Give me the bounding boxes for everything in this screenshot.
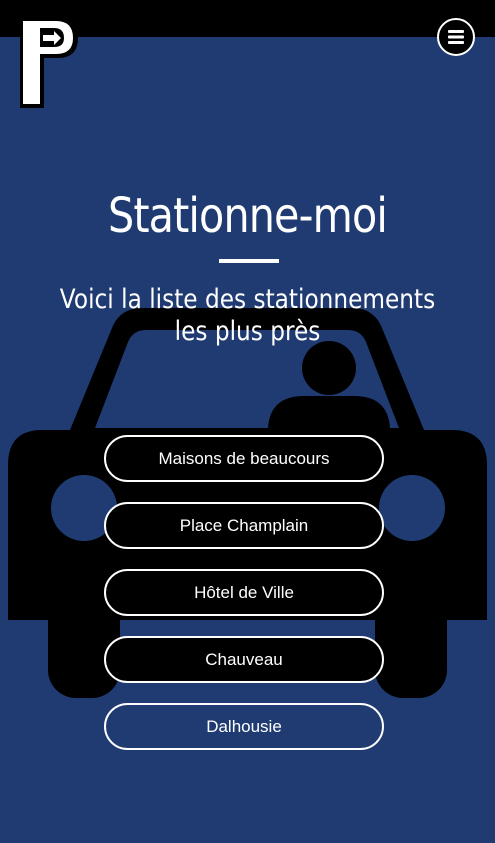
parking-button-hotel-de-ville[interactable]: Hôtel de Ville (104, 569, 384, 616)
page-title: Stationne-moi (108, 188, 388, 244)
logo-icon[interactable] (18, 16, 80, 110)
parking-button-place-champlain[interactable]: Place Champlain (104, 502, 384, 549)
menu-button[interactable] (437, 18, 475, 56)
parking-button-maisons-de-beaucours[interactable]: Maisons de beaucours (104, 435, 384, 482)
parking-list: Maisons de beaucours Place Champlain Hôt… (104, 435, 384, 770)
title-divider (219, 259, 279, 263)
parking-button-dalhousie[interactable]: Dalhousie (104, 703, 384, 750)
page-subtitle: Voici la liste des stationnements les pl… (59, 284, 436, 347)
hamburger-icon (448, 30, 464, 44)
parking-button-chauveau[interactable]: Chauveau (104, 636, 384, 683)
